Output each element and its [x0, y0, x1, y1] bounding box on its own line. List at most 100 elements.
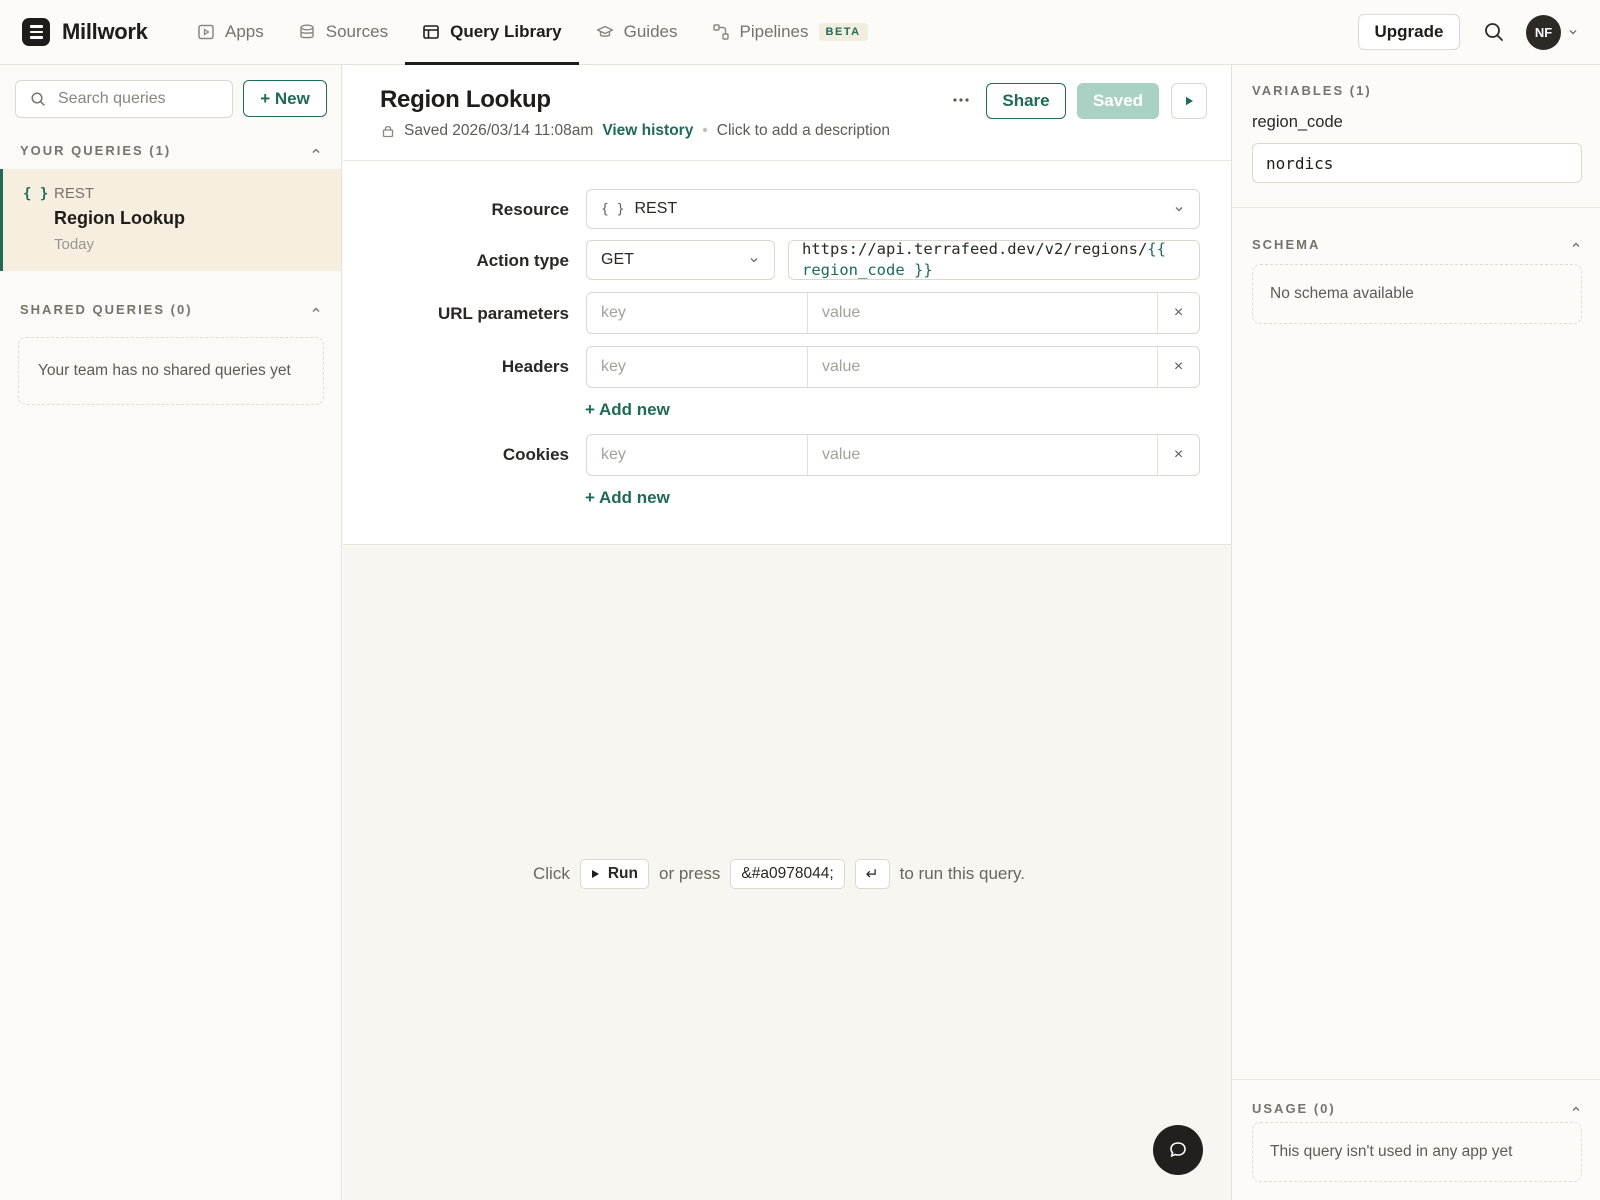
nav-item-query-library[interactable]: Query Library — [405, 0, 579, 65]
chevron-up-icon[interactable] — [1570, 239, 1582, 251]
url-template-open: {{ — [1147, 240, 1166, 258]
remove-url-param-button[interactable]: × — [1158, 293, 1199, 333]
chevron-up-icon[interactable] — [1570, 1103, 1582, 1115]
graduation-cap-icon — [596, 25, 613, 37]
nav-item-label: Query Library — [450, 22, 562, 41]
run-label: Run — [607, 865, 638, 882]
section-title: YOUR QUERIES (1) — [20, 143, 172, 158]
view-history-link[interactable]: View history — [602, 122, 693, 140]
saved-button[interactable]: Saved — [1077, 83, 1159, 119]
search-icon[interactable] — [1482, 20, 1506, 44]
url-parameter-row: key value × — [586, 292, 1200, 334]
chevron-up-icon[interactable] — [310, 304, 322, 316]
shared-queries-header[interactable]: SHARED QUERIES (0) — [20, 302, 322, 317]
url-input[interactable]: https://api.terrafeed.dev/v2/regions/{{ … — [788, 240, 1200, 280]
nav-item-sources[interactable]: Sources — [281, 0, 405, 64]
url-prefix: https://api.terrafeed.dev/v2/regions/ — [802, 240, 1148, 258]
hint-suffix: to run this query. — [899, 864, 1025, 883]
table-icon — [423, 25, 439, 39]
saved-timestamp: Saved 2026/03/14 11:08am — [404, 122, 594, 139]
variable-value-input[interactable]: nordics — [1252, 143, 1582, 183]
chevron-up-icon[interactable] — [310, 145, 322, 157]
chat-button[interactable] — [1153, 1125, 1203, 1175]
shortcut-key: &#a0978044; — [730, 859, 845, 889]
your-queries-header[interactable]: YOUR QUERIES (1) — [20, 143, 322, 158]
play-square-icon — [198, 24, 214, 40]
shared-queries-empty: Your team has no shared queries yet — [18, 337, 324, 405]
header-key-input[interactable]: key — [587, 347, 808, 387]
variable-name: region_code — [1252, 113, 1343, 131]
page-title[interactable]: Region Lookup — [380, 86, 551, 114]
enter-key-icon: ↵ — [854, 859, 890, 889]
url-template-variable: region_code }} — [802, 261, 933, 279]
usage-empty: This query isn't used in any app yet — [1252, 1122, 1582, 1182]
divider — [343, 160, 1231, 161]
chat-bubble-icon — [1170, 1142, 1186, 1157]
resource-value: REST — [634, 200, 678, 217]
query-time: Today — [54, 236, 95, 253]
nav-item-pipelines[interactable]: Pipelines BETA — [695, 0, 885, 64]
chevron-down-icon[interactable] — [1567, 26, 1579, 38]
upgrade-button[interactable]: Upgrade — [1358, 14, 1460, 50]
hint-or-press: or press — [658, 864, 721, 883]
description-placeholder[interactable]: Click to add a description — [717, 122, 890, 140]
avatar[interactable]: NF — [1526, 15, 1561, 50]
query-editor: Region Lookup Saved 2026/03/14 11:08am V… — [343, 65, 1231, 545]
run-button[interactable]: Run — [579, 859, 649, 889]
chevron-down-icon — [1175, 207, 1183, 212]
nav-tabs: Apps Sources Query Library Guides Pipeli… — [180, 0, 885, 65]
beta-badge: BETA — [818, 23, 868, 41]
usage-header[interactable]: USAGE (0) — [1252, 1101, 1582, 1116]
url-param-key-input[interactable]: key — [587, 293, 808, 333]
database-icon — [300, 24, 314, 39]
rest-icon: { } — [23, 186, 49, 202]
query-name: Region Lookup — [54, 208, 185, 228]
results-panel: Click Run or press &#a0978044; ↵ to run … — [343, 546, 1231, 1200]
separator-dot: • — [702, 122, 708, 139]
remove-header-button[interactable]: × — [1158, 347, 1199, 387]
schema-empty: No schema available — [1252, 264, 1582, 324]
empty-text: Your team has no shared queries yet — [38, 362, 291, 379]
cookie-key-input[interactable]: key — [587, 435, 808, 475]
url-param-value-input[interactable]: value — [808, 293, 1158, 333]
header-value-input[interactable]: value — [808, 347, 1158, 387]
add-cookie-button[interactable]: + Add new — [585, 488, 670, 508]
more-options-icon[interactable] — [946, 90, 976, 110]
empty-text: No schema available — [1270, 285, 1414, 302]
action-type-label: Action type — [476, 251, 569, 270]
resource-value-wrap: { } REST — [601, 200, 677, 218]
resource-select[interactable]: { } REST — [586, 189, 1200, 229]
nav-item-guides[interactable]: Guides — [579, 0, 695, 64]
remove-cookie-button[interactable]: × — [1158, 435, 1199, 475]
search-icon — [31, 92, 45, 106]
url-text: https://api.terrafeed.dev/v2/regions/{{ … — [802, 239, 1166, 281]
method-select[interactable]: GET — [586, 240, 775, 280]
section-title: USAGE (0) — [1252, 1101, 1336, 1116]
divider — [1232, 207, 1600, 208]
nav-item-apps[interactable]: Apps — [180, 0, 281, 64]
app-logo[interactable]: Millwork — [22, 18, 148, 46]
list-item-query[interactable]: { } REST Region Lookup Today — [0, 169, 341, 271]
nav-item-label: Apps — [225, 22, 264, 41]
cookies-label: Cookies — [502, 445, 569, 464]
resource-label: Resource — [491, 200, 569, 219]
cookie-value-input[interactable]: value — [808, 435, 1158, 475]
search-queries-field[interactable] — [15, 80, 233, 118]
new-query-button[interactable]: + New — [243, 80, 327, 117]
schema-header[interactable]: SCHEMA — [1252, 237, 1582, 252]
query-type: REST — [54, 185, 95, 202]
run-query-button[interactable] — [1171, 83, 1207, 119]
query-sidebar: + New YOUR QUERIES (1) { } REST Region L… — [0, 65, 342, 1200]
play-icon — [591, 870, 599, 878]
chevron-down-icon — [750, 258, 758, 263]
add-header-button[interactable]: + Add new — [585, 400, 670, 420]
lock-icon — [382, 125, 394, 138]
cookie-row: key value × — [586, 434, 1200, 476]
share-button[interactable]: Share — [986, 83, 1066, 119]
rest-icon: { } — [601, 201, 625, 217]
inspector-panel: VARIABLES (1) region_code nordics SCHEMA… — [1231, 65, 1600, 1200]
nav-item-label: Guides — [623, 22, 678, 41]
search-queries-input[interactable] — [58, 90, 218, 108]
nav-item-label: Sources — [325, 22, 389, 41]
nav-item-label: Pipelines — [739, 22, 809, 41]
